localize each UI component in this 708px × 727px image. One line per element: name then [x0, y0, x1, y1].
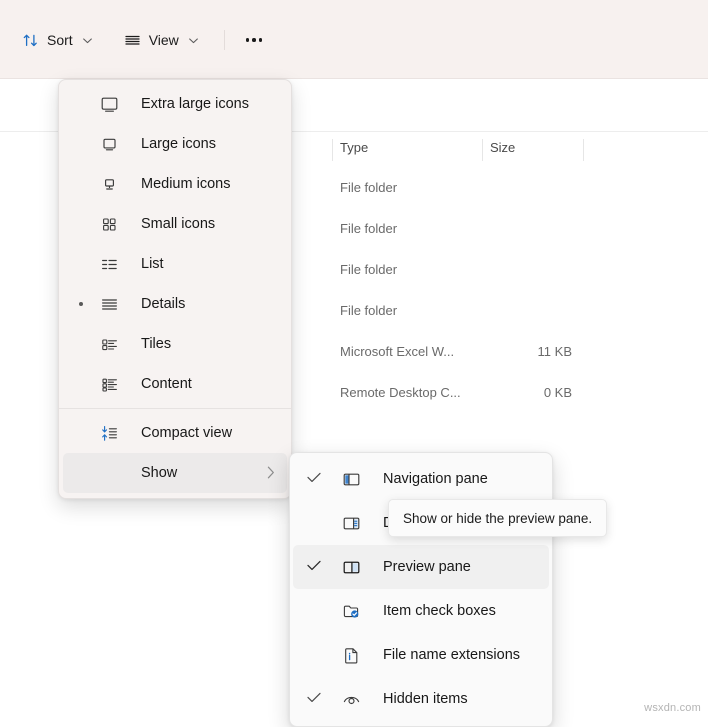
sort-button[interactable]: Sort	[12, 24, 102, 56]
toolbar-button-group: Sort View	[0, 18, 271, 62]
preview-pane-icon	[341, 557, 361, 577]
view-button-label: View	[148, 32, 179, 48]
menu-item-medium-icons[interactable]: Medium icons	[63, 164, 287, 204]
toolbar-separator	[223, 30, 225, 50]
ellipsis-dot-icon	[245, 38, 250, 42]
item-check-boxes-icon	[341, 601, 361, 621]
column-divider[interactable]	[332, 139, 333, 161]
check-icon	[307, 560, 321, 574]
menu-item-tiles[interactable]: Tiles	[63, 324, 287, 364]
column-header-size[interactable]: Size	[490, 140, 515, 155]
submenu-item-label: Preview pane	[383, 559, 471, 575]
cell-size: 0 KB	[543, 385, 572, 400]
sort-button-label: Sort	[47, 32, 73, 48]
cell-size: 11 KB	[537, 344, 572, 359]
menu-item-large-icons[interactable]: Large icons	[63, 124, 287, 164]
list-icon	[99, 254, 119, 274]
cell-type: Remote Desktop C...	[340, 385, 461, 400]
menu-item-label: Tiles	[141, 336, 172, 352]
cell-type: File folder	[340, 303, 398, 318]
menu-item-details[interactable]: Details	[63, 284, 287, 324]
file-name-extensions-icon	[341, 645, 361, 665]
ellipsis-dot-icon	[258, 38, 263, 42]
column-divider[interactable]	[583, 139, 584, 161]
command-toolbar: Sort View	[0, 0, 708, 78]
menu-separator	[59, 408, 291, 409]
submenu-item-item-check-boxes[interactable]: Item check boxes	[293, 589, 549, 633]
content-icon	[99, 374, 119, 394]
chevron-down-icon	[188, 38, 198, 44]
column-header-type[interactable]: Type	[340, 140, 368, 155]
menu-item-label: Content	[141, 376, 192, 392]
menu-item-label: Small icons	[141, 216, 216, 232]
menu-item-label: Extra large icons	[141, 96, 249, 112]
chevron-right-icon	[267, 466, 275, 479]
chevron-down-icon	[82, 38, 92, 44]
menu-item-extra-large-icons[interactable]: Extra large icons	[63, 84, 287, 124]
view-icon	[124, 32, 141, 49]
menu-item-list[interactable]: List	[63, 244, 287, 284]
menu-item-show[interactable]: Show	[63, 453, 287, 493]
menu-item-label: Large icons	[141, 136, 216, 152]
preview-pane-tooltip: Show or hide the preview pane.	[388, 499, 608, 537]
menu-item-label: Details	[141, 296, 186, 312]
menu-item-label: Medium icons	[141, 176, 231, 192]
details-icon	[99, 294, 119, 314]
view-menu: Extra large icons Large icons Medium ico…	[58, 79, 292, 499]
monitor-lg-icon	[99, 134, 119, 154]
menu-item-label: Show	[141, 465, 178, 481]
menu-item-label: Compact view	[141, 425, 233, 441]
monitor-md-icon	[99, 174, 119, 194]
hidden-items-icon	[341, 689, 361, 709]
cell-type: File folder	[340, 221, 398, 236]
submenu-item-navigation-pane[interactable]: Navigation pane	[293, 457, 549, 501]
menu-item-label: List	[141, 256, 164, 272]
tiles-icon	[99, 334, 119, 354]
column-divider[interactable]	[482, 139, 483, 161]
submenu-item-label: Item check boxes	[383, 603, 496, 619]
sort-icon	[22, 32, 39, 49]
submenu-item-label: Hidden items	[383, 691, 468, 707]
cell-type: File folder	[340, 180, 398, 195]
check-icon	[307, 692, 321, 706]
submenu-item-file-name-extensions[interactable]: File name extensions	[293, 633, 549, 677]
see-more-button[interactable]	[237, 24, 271, 56]
show-submenu: Navigation pane Details pane P	[289, 452, 553, 727]
monitor-xl-icon	[99, 94, 119, 114]
menu-item-compact-view[interactable]: Compact view	[63, 413, 287, 453]
submenu-item-label: File name extensions	[383, 647, 521, 663]
submenu-item-hidden-items[interactable]: Hidden items	[293, 677, 549, 721]
cell-type: Microsoft Excel W...	[340, 344, 455, 359]
submenu-item-label: Navigation pane	[383, 471, 488, 487]
check-icon	[307, 472, 321, 486]
compact-view-icon	[99, 423, 119, 443]
cell-type: File folder	[340, 262, 398, 277]
watermark: wsxdn.com	[644, 702, 701, 714]
submenu-item-preview-pane[interactable]: Preview pane	[293, 545, 549, 589]
selected-marker-icon	[79, 302, 83, 306]
grid-small-icon	[99, 214, 119, 234]
details-pane-icon	[341, 513, 361, 533]
view-button[interactable]: View	[114, 24, 208, 56]
navigation-pane-icon	[341, 469, 361, 489]
ellipsis-dot-icon	[252, 38, 256, 42]
tooltip-text: Show or hide the preview pane.	[403, 510, 593, 526]
menu-item-content[interactable]: Content	[63, 364, 287, 404]
menu-item-small-icons[interactable]: Small icons	[63, 204, 287, 244]
